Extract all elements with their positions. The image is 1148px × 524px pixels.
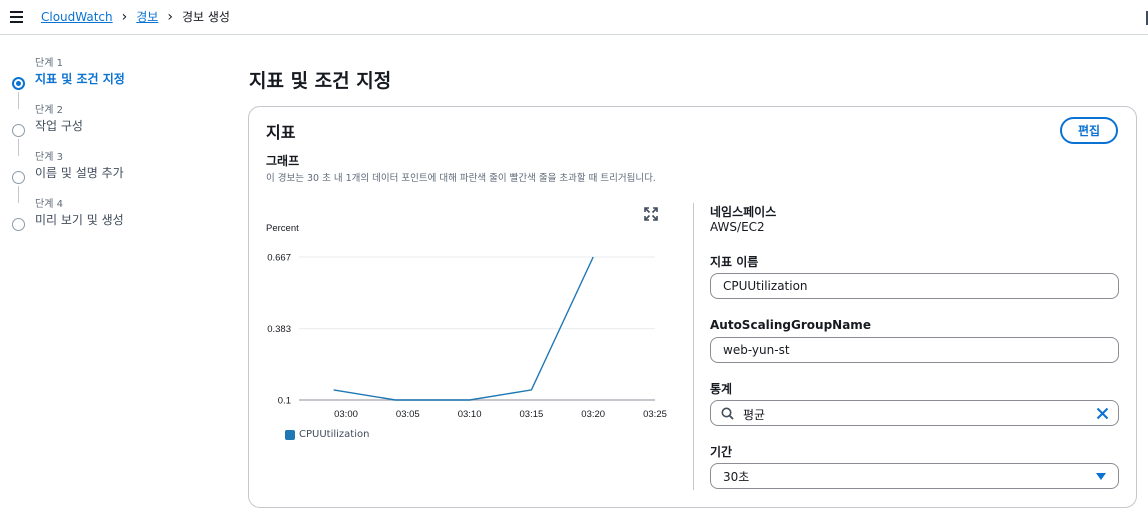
top-navigation-bar: CloudWatch › 경보 › 경보 생성 <box>0 0 1148 35</box>
period-select[interactable]: 30초 <box>710 463 1119 489</box>
period-value: 30초 <box>723 469 750 484</box>
wizard-step-3: 단계 3 이름 및 설명 추가 <box>10 151 210 203</box>
step-active-indicator-icon <box>12 77 25 90</box>
y-axis-label: Percent <box>266 223 299 234</box>
step-number: 단계 1 <box>35 58 63 69</box>
step-indicator-icon <box>12 218 25 231</box>
caret-down-icon <box>1096 473 1106 480</box>
wizard-step-1[interactable]: 단계 1 지표 및 조건 지정 <box>10 57 210 109</box>
breadcrumb: CloudWatch › 경보 › 경보 생성 <box>41 8 230 25</box>
asg-name-label: AutoScalingGroupName <box>710 318 871 332</box>
asg-name-input[interactable]: web-yun-st <box>710 337 1119 363</box>
metric-name-value: CPUUtilization <box>723 279 808 293</box>
breadcrumb-alarms[interactable]: 경보 <box>136 8 158 25</box>
statistic-search-input[interactable]: 평균 <box>710 400 1119 426</box>
step-label: 이름 및 설명 추가 <box>35 166 124 180</box>
x-tick-label: 03:15 <box>520 409 544 420</box>
wizard-steps: 단계 1 지표 및 조건 지정 단계 2 작업 구성 단계 3 이름 및 설명 … <box>10 57 210 245</box>
breadcrumb-cloudwatch[interactable]: CloudWatch <box>41 10 113 24</box>
x-tick-label: 03:25 <box>643 409 667 420</box>
graph-description: 이 경보는 30 초 내 1개의 데이터 포인트에 대해 파란색 줄이 빨간색 … <box>266 173 656 184</box>
y-tick-label: 0.1 <box>278 396 291 407</box>
chart-legend: CPUUtilization <box>285 429 369 440</box>
chevron-right-icon: › <box>167 8 173 25</box>
period-label: 기간 <box>710 445 733 459</box>
page-title: 지표 및 조건 지정 <box>249 70 392 92</box>
metric-panel: 지표 편집 그래프 이 경보는 30 초 내 1개의 데이터 포인트에 대해 파… <box>248 106 1137 508</box>
wizard-step-2: 단계 2 작업 구성 <box>10 104 210 156</box>
x-tick-label: 03:20 <box>581 409 605 420</box>
statistic-value: 평균 <box>743 408 766 422</box>
step-indicator-icon <box>12 171 25 184</box>
step-label: 미리 보기 및 생성 <box>35 213 124 227</box>
x-tick-label: 03:05 <box>396 409 420 420</box>
vertical-divider <box>693 203 694 490</box>
step-label: 작업 구성 <box>35 119 83 133</box>
panel-title: 지표 <box>266 123 296 142</box>
chevron-right-icon: › <box>121 8 128 25</box>
step-label[interactable]: 지표 및 조건 지정 <box>35 71 210 87</box>
namespace-label: 네임스페이스 <box>710 205 777 219</box>
step-indicator-icon <box>12 124 25 137</box>
breadcrumb-current: 경보 생성 <box>181 10 230 24</box>
namespace-value: AWS/EC2 <box>710 220 765 234</box>
close-icon[interactable] <box>1096 407 1109 420</box>
search-icon <box>721 407 734 420</box>
hamburger-icon[interactable] <box>10 11 23 23</box>
x-tick-label: 03:00 <box>334 409 358 420</box>
y-tick-label: 0.667 <box>267 253 291 264</box>
metric-name-label: 지표 이름 <box>710 255 759 269</box>
step-number: 단계 3 <box>35 152 63 163</box>
asg-name-value: web-yun-st <box>723 343 790 357</box>
step-number: 단계 4 <box>35 199 63 210</box>
graph-title: 그래프 <box>266 154 300 168</box>
x-tick-label: 03:10 <box>458 409 482 420</box>
wizard-step-4: 단계 4 미리 보기 및 생성 <box>10 198 210 245</box>
y-tick-label: 0.383 <box>267 324 291 335</box>
metric-name-input[interactable]: CPUUtilization <box>710 273 1119 299</box>
metric-chart: Percent 0.1 0.383 0.667 03:00 03:05 03:10 03:15… <box>266 223 667 420</box>
statistic-label: 통계 <box>710 382 733 396</box>
edit-button[interactable]: 편집 <box>1060 117 1118 144</box>
legend-swatch <box>285 429 295 440</box>
step-number: 단계 2 <box>35 105 63 116</box>
legend-label: CPUUtilization <box>299 429 370 440</box>
